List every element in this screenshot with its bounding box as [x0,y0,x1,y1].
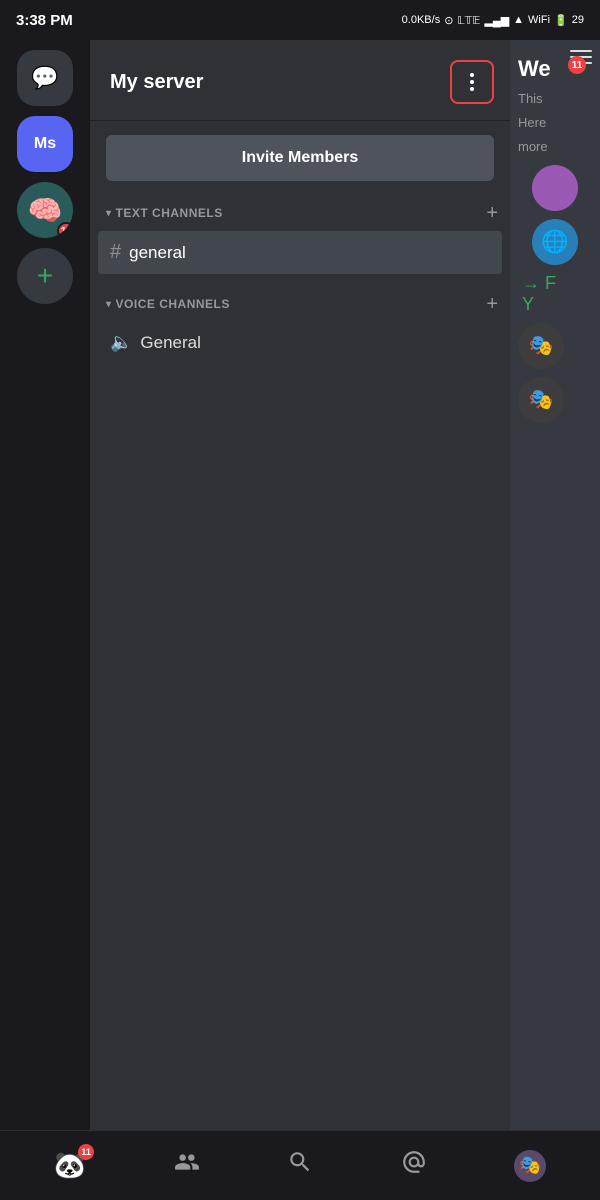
chat-bubble-icon: 💬 [31,65,58,91]
right-text-2: Here [518,114,592,132]
hash-icon: # [110,241,121,264]
tab-profile[interactable]: 🎭 [504,1144,556,1188]
profile-avatar: 🎭 [514,1150,546,1182]
status-icons: 0.0KB/s ⊙ 𝕃𝕋𝔼 ▂▄▆ ▲ WiFi 🔋 29 [402,14,584,27]
text-channels-title: TEXT CHANNELS [116,206,223,220]
avatar-image: 🧠 [28,194,63,227]
right-peek-panel: 11 We This Here more 🌐 → F Y 🎭 🎭 [510,40,600,1130]
voice-channels-title: VOICE CHANNELS [116,297,230,311]
sidebar-item-chat[interactable]: 💬 [17,50,73,106]
voice-channels-category[interactable]: ▾ VOICE CHANNELS + [90,286,510,320]
wifi-signal: WiFi [528,14,550,26]
dot3 [470,87,474,91]
signal-icon: ⊙ [444,14,453,27]
right-text-1: This [518,90,592,108]
status-time: 3:38 PM [16,12,73,29]
arrow-label: → F [522,273,556,293]
channel-header: My server [90,40,510,121]
tab-home[interactable]: 🐼 11 [44,1144,96,1187]
text-channels-add-button[interactable]: + [486,203,498,223]
right-menu-icon[interactable]: 11 [570,50,592,64]
search-icon [287,1149,313,1182]
right-avatar-purple [532,165,578,211]
tab-friends[interactable] [164,1143,210,1188]
text-channels-chevron: ▾ [106,208,112,219]
menu-line-1 [570,50,592,52]
voice-channel-name-general: General [140,333,200,353]
dot1 [470,73,474,77]
right-text-3: more [518,138,592,156]
invite-members-button[interactable]: Invite Members [106,135,494,181]
sidebar-item-avatar[interactable]: 🧠 11 [17,182,73,238]
battery-icon: 🔋 [554,14,568,27]
right-avatar-anime1: 🎭 [518,323,564,369]
channel-item-voice-general[interactable]: 🔈 General [98,322,502,363]
signal-bars: ▂▄▆ [484,14,509,27]
channel-name-general: general [129,243,186,263]
voice-channels-chevron: ▾ [106,299,112,310]
more-dots-icon [470,73,474,91]
sidebar-item-add-server[interactable]: + [17,248,73,304]
battery-level: 29 [572,14,584,26]
sidebar-item-ms-server[interactable]: Ms [17,116,73,172]
voice-channels-label: ▾ VOICE CHANNELS [106,297,230,311]
lte-icon: 𝕃𝕋𝔼 [457,14,480,27]
arrow-sub: Y [522,294,534,314]
channel-item-general[interactable]: # general [98,231,502,274]
text-channels-category[interactable]: ▾ TEXT CHANNELS + [90,195,510,229]
speaker-icon: 🔈 [110,332,132,353]
text-channels-label: ▾ TEXT CHANNELS [106,206,223,220]
add-icon: + [37,260,53,292]
right-arrow-text: → F Y [518,273,592,315]
status-bar: 3:38 PM 0.0KB/s ⊙ 𝕃𝕋𝔼 ▂▄▆ ▲ WiFi 🔋 29 [0,0,600,40]
right-avatar-blue: 🌐 [532,219,578,265]
right-content: We This Here more 🌐 → F Y 🎭 🎭 [510,40,600,439]
menu-badge: 11 [568,56,586,74]
mentions-icon [401,1149,427,1182]
tab-search[interactable] [277,1143,323,1188]
more-options-button[interactable] [450,60,494,104]
channel-panel: My server Invite Members ▾ TEXT CHANNELS… [90,40,510,1130]
server-abbr: Ms [34,135,56,153]
right-avatar-anime2: 🎭 [518,377,564,423]
home-badge: 11 [78,1144,94,1160]
avatar-badge: 11 [57,222,73,238]
server-name: My server [110,71,203,94]
left-sidebar: 💬 Ms 🧠 11 + [0,40,90,1130]
friends-icon [174,1149,200,1182]
voice-channels-add-button[interactable]: + [486,294,498,314]
channel-list: ▾ TEXT CHANNELS + # general ▾ VOICE CHAN… [90,195,510,1130]
wifi-icon: ▲ [513,14,524,26]
tab-mentions[interactable] [391,1143,437,1188]
network-speed: 0.0KB/s [402,14,441,26]
bottom-tab-bar: 🐼 11 🎭 [0,1130,600,1200]
dot2 [470,80,474,84]
